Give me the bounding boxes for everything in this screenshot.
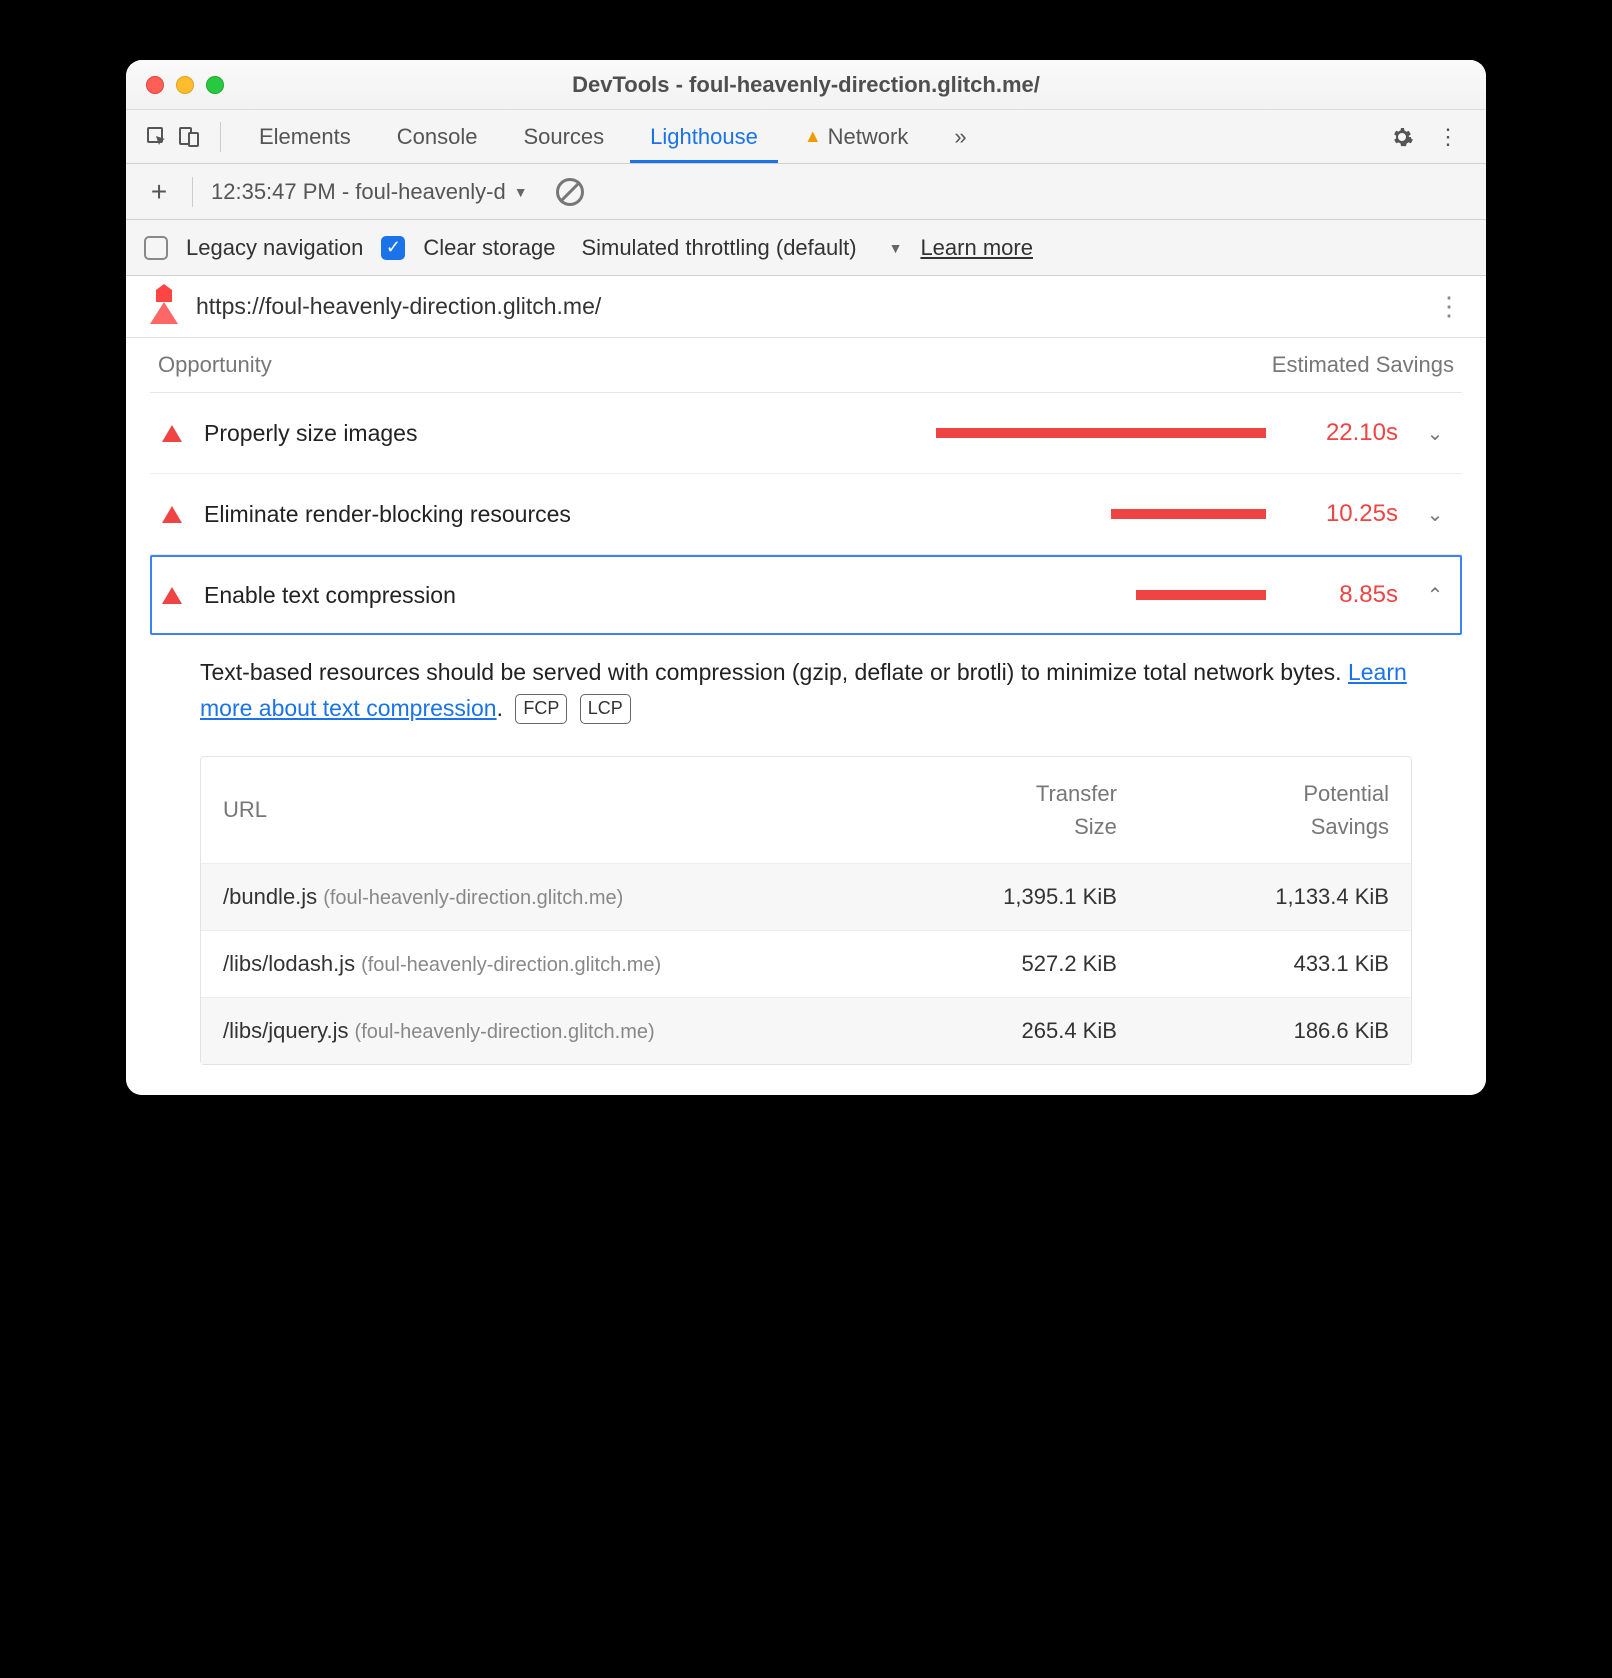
fail-triangle-icon: [162, 425, 182, 442]
throttling-arrow-icon[interactable]: ▼: [889, 240, 903, 256]
resource-path[interactable]: /bundle.js: [223, 884, 317, 909]
resource-path[interactable]: /libs/lodash.js: [223, 951, 355, 976]
table-row: /libs/lodash.js (foul-heavenly-direction.…: [201, 930, 1411, 997]
th-transfer-size: TransferSize: [845, 777, 1117, 843]
titlebar: DevTools - foul-heavenly-direction.glitc…: [126, 60, 1486, 110]
resources-table: URL TransferSize PotentialSavings /bundl…: [200, 756, 1412, 1065]
report-menu-icon[interactable]: ⋮: [1436, 303, 1462, 311]
devtools-window: DevTools - foul-heavenly-direction.glitc…: [126, 60, 1486, 1095]
learn-more-link[interactable]: Learn more: [920, 235, 1033, 261]
inspect-icon[interactable]: [144, 124, 170, 150]
chevron-up-icon: ⌃: [1420, 583, 1450, 608]
fcp-chip: FCP: [515, 694, 567, 724]
desc-text: Text-based resources should be served wi…: [200, 659, 1348, 685]
potential-savings: 433.1 KiB: [1117, 951, 1389, 977]
fail-triangle-icon: [162, 506, 182, 523]
chevron-down-icon: ⌄: [1420, 421, 1450, 446]
transfer-size: 265.4 KiB: [845, 1018, 1117, 1044]
potential-savings: 186.6 KiB: [1117, 1018, 1389, 1044]
potential-savings: 1,133.4 KiB: [1117, 884, 1389, 910]
opportunity-row[interactable]: Enable text compression 8.85s ⌃: [150, 555, 1462, 635]
clear-all-button[interactable]: [556, 178, 584, 206]
throttling-label: Simulated throttling (default): [581, 235, 856, 261]
th-potential-savings: PotentialSavings: [1117, 777, 1389, 843]
tab-lighthouse[interactable]: Lighthouse: [630, 110, 778, 163]
opportunity-description: Text-based resources should be served wi…: [150, 635, 1462, 736]
close-window-button[interactable]: [146, 76, 164, 94]
settings-gear-icon[interactable]: [1382, 125, 1422, 149]
resource-host: (foul-heavenly-direction.glitch.me): [323, 887, 623, 909]
opportunity-label: Properly size images: [204, 420, 524, 447]
tab-sources[interactable]: Sources: [503, 110, 624, 163]
clear-storage-label: Clear storage: [423, 235, 555, 261]
report-urlbar: https://foul-heavenly-direction.glitch.m…: [126, 276, 1486, 338]
lighthouse-options: Legacy navigation ✓ Clear storage Simula…: [126, 220, 1486, 276]
table-header: URL TransferSize PotentialSavings: [201, 757, 1411, 863]
tab-elements[interactable]: Elements: [239, 110, 371, 163]
lcp-chip: LCP: [580, 694, 631, 724]
table-row: /libs/jquery.js (foul-heavenly-direction.…: [201, 997, 1411, 1064]
tab-console[interactable]: Console: [377, 110, 498, 163]
zoom-window-button[interactable]: [206, 76, 224, 94]
resource-host: (foul-heavenly-direction.glitch.me): [355, 1021, 655, 1043]
clear-storage-checkbox[interactable]: ✓: [381, 236, 405, 260]
panel-tabs: Elements Console Sources Lighthouse ▲ Ne…: [126, 110, 1486, 164]
legacy-nav-label: Legacy navigation: [186, 235, 363, 261]
tab-network-label: Network: [828, 124, 909, 150]
resource-path[interactable]: /libs/jquery.js: [223, 1018, 349, 1043]
savings-bar: [1111, 509, 1266, 519]
chevron-down-icon: ⌄: [1420, 502, 1450, 527]
savings-value: 10.25s: [1298, 500, 1398, 528]
warning-icon: ▲: [804, 126, 822, 147]
report-timestamp: 12:35:47 PM - foul-heavenly-d: [211, 179, 506, 205]
opportunity-label: Enable text compression: [204, 582, 524, 609]
savings-bar: [1136, 590, 1266, 600]
savings-value: 8.85s: [1298, 581, 1398, 609]
report-url: https://foul-heavenly-direction.glitch.m…: [196, 293, 601, 320]
tab-network[interactable]: ▲ Network: [784, 110, 929, 163]
lighthouse-icon: [150, 290, 178, 324]
opportunity-label: Eliminate render-blocking resources: [204, 501, 571, 528]
savings-bar: [936, 428, 1266, 438]
col-savings: Estimated Savings: [1272, 352, 1454, 378]
minimize-window-button[interactable]: [176, 76, 194, 94]
dropdown-arrow-icon: ▼: [514, 184, 528, 200]
th-url: URL: [223, 797, 845, 823]
traffic-lights: [146, 76, 224, 94]
report-dropdown[interactable]: 12:35:47 PM - foul-heavenly-d ▼: [211, 179, 528, 205]
table-row: /bundle.js (foul-heavenly-direction.glitc…: [201, 863, 1411, 930]
window-title: DevTools - foul-heavenly-direction.glitc…: [146, 72, 1466, 98]
transfer-size: 527.2 KiB: [845, 951, 1117, 977]
resource-host: (foul-heavenly-direction.glitch.me): [361, 954, 661, 976]
legacy-nav-checkbox[interactable]: [144, 236, 168, 260]
lighthouse-toolbar: + 12:35:47 PM - foul-heavenly-d ▼: [126, 164, 1486, 220]
opportunities-section: Opportunity Estimated Savings Properly s…: [126, 338, 1486, 1095]
device-toolbar-icon[interactable]: [176, 124, 202, 150]
opportunity-row[interactable]: Eliminate render-blocking resources 10.2…: [150, 474, 1462, 555]
opportunity-row[interactable]: Properly size images 22.10s ⌄: [150, 393, 1462, 474]
more-icon[interactable]: ⋮: [1428, 124, 1468, 150]
new-report-button[interactable]: +: [144, 176, 174, 208]
transfer-size: 1,395.1 KiB: [845, 884, 1117, 910]
opportunities-header: Opportunity Estimated Savings: [150, 338, 1462, 393]
col-opportunity: Opportunity: [158, 352, 272, 378]
savings-value: 22.10s: [1298, 419, 1398, 447]
fail-triangle-icon: [162, 587, 182, 604]
tabs-overflow[interactable]: »: [934, 110, 986, 163]
